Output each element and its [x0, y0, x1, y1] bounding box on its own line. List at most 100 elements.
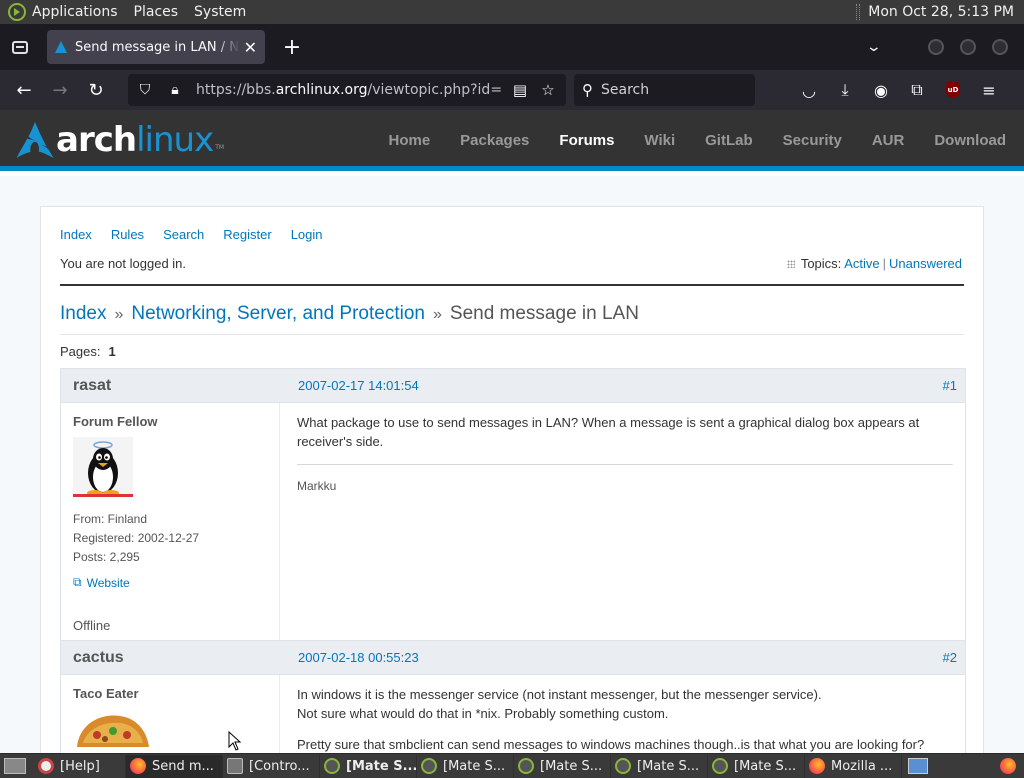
link-login[interactable]: Login [291, 227, 323, 242]
post-number[interactable]: #2 [943, 650, 965, 665]
taskbar-item[interactable]: [Mate S... [514, 754, 611, 778]
toolbar-icons: ◡ ⤓ ◉ ⧉ uD ≡ [791, 74, 1007, 106]
taskbar-item[interactable]: [Mate S... [611, 754, 708, 778]
post-header: cactus 2007-02-18 00:55:23 #2 [61, 641, 965, 675]
back-button[interactable]: ← [8, 74, 40, 106]
search-bar[interactable]: ⚲ [574, 74, 755, 106]
close-window-button[interactable] [992, 39, 1008, 55]
topics-active-link[interactable]: Active [844, 256, 879, 271]
nav-security[interactable]: Security [783, 132, 842, 149]
pagination: Pages: 1 [60, 344, 116, 359]
tray-firefox-icon[interactable] [1000, 758, 1016, 774]
tab-send-message[interactable]: Send message in LAN / Networking ✕ [47, 30, 265, 64]
taskbar-item[interactable]: [Mate S... [708, 754, 805, 778]
topics-unanswered-link[interactable]: Unanswered [889, 256, 962, 271]
breadcrumb-section[interactable]: Networking, Server, and Protection [131, 303, 425, 325]
not-logged-in-text: You are not logged in. [60, 256, 187, 271]
link-index[interactable]: Index [60, 227, 92, 242]
list-all-tabs-chevron-icon[interactable]: ⌄ [866, 39, 882, 55]
tab-close-icon[interactable]: ✕ [244, 38, 257, 57]
taskbar-item[interactable]: [Mate S... [417, 754, 514, 778]
search-input[interactable] [601, 82, 731, 98]
maximize-window-button[interactable] [960, 39, 976, 55]
nav-forums[interactable]: Forums [559, 132, 614, 149]
pages-label: Pages: [60, 344, 101, 359]
archlinux-logo[interactable]: arch linux TM [16, 120, 224, 160]
avatar [77, 715, 149, 747]
post-number[interactable]: #1 [943, 378, 965, 393]
show-desktop-icon[interactable] [4, 758, 26, 774]
nav-wiki[interactable]: Wiki [644, 132, 675, 149]
control-center-icon [227, 758, 243, 774]
post-message: In windows it is the messenger service (… [280, 675, 965, 764]
logo-arch-text: arch [56, 120, 137, 160]
bottom-taskbar: [Help] Send m... [Contro... [Mate S... [… [0, 753, 1024, 778]
forum-top-links: Index Rules Search Register Login [60, 227, 342, 242]
breadcrumb-index[interactable]: Index [60, 303, 106, 325]
user-website-link[interactable]: ⧉ Website [73, 575, 267, 590]
arch-logo-icon [16, 122, 54, 158]
forward-button[interactable]: → [44, 74, 76, 106]
taskbar-item[interactable]: [Help] [34, 754, 126, 778]
taskbar-item[interactable]: [Contro... [223, 754, 320, 778]
archlinux-main-nav: Home Packages Forums Wiki GitLab Securit… [358, 110, 1006, 171]
nav-home[interactable]: Home [388, 132, 430, 149]
post-text-line: Not sure what would do that in *nix. Pro… [297, 706, 669, 721]
extensions-icon[interactable]: ⧉ [899, 74, 935, 106]
bookmark-star-icon[interactable]: ☆ [538, 81, 558, 99]
nav-packages[interactable]: Packages [460, 132, 529, 149]
arch-favicon-icon [55, 41, 67, 53]
url-text[interactable]: https://bbs.archlinux.org/viewtopic.php?… [196, 82, 502, 98]
menu-places[interactable]: Places [134, 4, 179, 20]
breadcrumb: Index » Networking, Server, and Protecti… [60, 303, 639, 325]
url-bar[interactable]: ⛉ 🔒︎ https://bbs.archlinux.org/viewtopic… [128, 74, 566, 106]
new-tab-button[interactable]: + [277, 32, 307, 62]
tracking-protection-shield-icon[interactable]: ⛉ [136, 81, 154, 99]
downloads-icon[interactable]: ⤓ [827, 74, 863, 106]
post-author[interactable]: cactus [61, 649, 298, 667]
firefox-icon [130, 758, 146, 774]
post-author[interactable]: rasat [61, 377, 298, 395]
pocket-icon[interactable]: ◡ [791, 74, 827, 106]
nav-download[interactable]: Download [934, 132, 1006, 149]
account-icon[interactable]: ◉ [863, 74, 899, 106]
post-signature: Markku [297, 479, 337, 493]
forum-post: rasat 2007-02-17 14:01:54 #1 Forum Fello… [60, 368, 966, 641]
user-online-status: Offline [73, 618, 111, 633]
post-date[interactable]: 2007-02-17 14:01:54 [298, 378, 943, 393]
taskbar-item[interactable]: Send m... [126, 754, 223, 778]
topics-grid-icon [786, 260, 795, 268]
taskbar-item[interactable]: [Mate S... [320, 754, 417, 778]
topics-separator: | [882, 256, 886, 271]
nav-gitlab[interactable]: GitLab [705, 132, 753, 149]
login-status-line: You are not logged in. Topics: Active | Un… [60, 256, 962, 271]
logo-tm-text: TM [215, 143, 225, 151]
link-rules[interactable]: Rules [111, 227, 144, 242]
mate-logo-icon[interactable] [8, 3, 26, 21]
tray-window-icon[interactable] [908, 758, 928, 774]
post-text: What package to use to send messages in … [297, 415, 920, 449]
post-body: Forum Fellow From: Finland Registered: 2… [61, 403, 965, 640]
lock-icon[interactable]: 🔒︎ [166, 81, 184, 99]
taskbar-item[interactable]: Mozilla ... [805, 754, 902, 778]
minimize-window-button[interactable] [928, 39, 944, 55]
nav-aur[interactable]: AUR [872, 132, 905, 149]
search-icon: ⚲ [582, 81, 593, 99]
link-register[interactable]: Register [223, 227, 271, 242]
clock[interactable]: Mon Oct 28, 5:13 PM [868, 4, 1014, 20]
post-header: rasat 2007-02-17 14:01:54 #1 [61, 369, 965, 403]
firefox-view-button[interactable] [2, 29, 38, 65]
mate-icon [518, 758, 534, 774]
ublock-origin-icon[interactable]: uD [935, 74, 971, 106]
menu-applications[interactable]: Applications [32, 4, 118, 20]
user-info: From: Finland Registered: 2002-12-27 Pos… [73, 510, 267, 567]
reload-button[interactable]: ↻ [80, 74, 112, 106]
post-date[interactable]: 2007-02-18 00:55:23 [298, 650, 943, 665]
help-icon [38, 758, 54, 774]
post-author-info: Taco Eater [61, 675, 280, 764]
link-search[interactable]: Search [163, 227, 204, 242]
reader-view-icon[interactable]: ▤ [510, 81, 530, 99]
firefox-view-icon [12, 40, 28, 54]
hamburger-menu-icon[interactable]: ≡ [971, 74, 1007, 106]
menu-system[interactable]: System [194, 4, 246, 20]
